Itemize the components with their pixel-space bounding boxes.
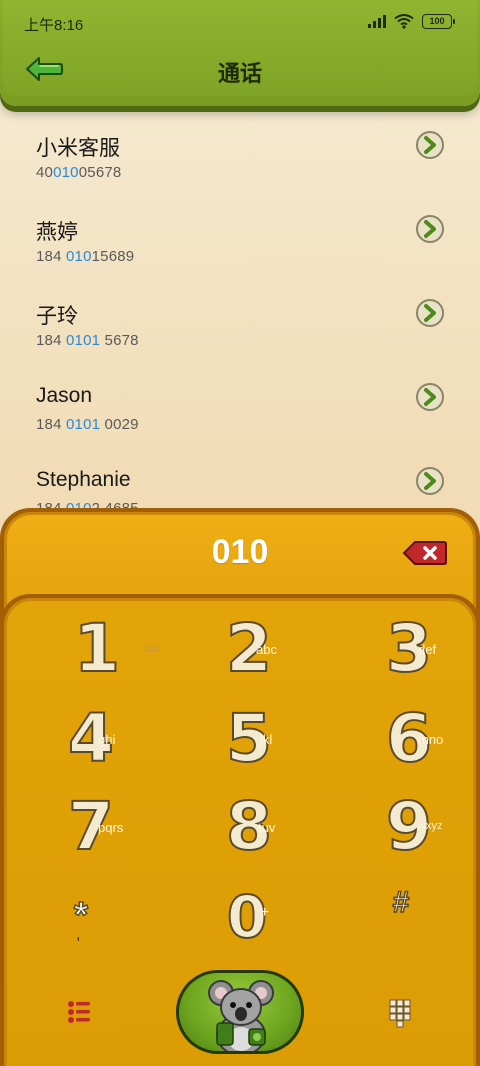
contact-name: Jason [36, 384, 93, 407]
key-letters: mno [418, 732, 444, 747]
key-letters: ghi [98, 732, 116, 747]
page-title: 通话 [217, 61, 262, 86]
status-bar: 上午8:16 100 [0, 0, 480, 44]
contact-detail-arrow-icon[interactable] [415, 466, 445, 496]
key-4[interactable]: 4 ghi [38, 702, 148, 782]
contact-number: 184 0101 5678 [36, 332, 139, 349]
backspace-button[interactable] [402, 539, 448, 567]
key-1[interactable]: 1 [44, 610, 160, 692]
contact-row[interactable]: 小米客服 4001005678 [0, 104, 480, 188]
voicemail-icon [144, 644, 160, 652]
contact-name: 燕婷 [36, 221, 78, 244]
key-5[interactable]: 5 jkl [196, 702, 306, 782]
signal-icon [368, 14, 386, 28]
koala-call-icon [208, 980, 274, 1051]
contact-row[interactable]: Jason 184 0101 0029 [0, 356, 480, 440]
contact-detail-arrow-icon[interactable] [415, 130, 445, 160]
contact-number: 184 01015689 [36, 248, 135, 265]
wifi-icon [394, 14, 414, 29]
contact-row[interactable]: 燕婷 184 01015689 [0, 188, 480, 272]
key-digit: * [73, 893, 89, 936]
status-icons: 100 [368, 13, 455, 29]
contact-detail-arrow-icon[interactable] [415, 214, 445, 244]
key-9[interactable]: 9 wxyz [356, 790, 466, 870]
contact-row[interactable]: 子玲 184 0101 5678 [0, 272, 480, 356]
contact-name: 小米客服 [36, 137, 120, 160]
key-3[interactable]: 3 def [356, 612, 466, 692]
list-menu-icon [68, 1001, 90, 1023]
menu-button[interactable] [60, 994, 100, 1034]
key-letters: tuv [258, 820, 276, 835]
contact-detail-arrow-icon[interactable] [415, 382, 445, 412]
key-letters: pqrs [98, 820, 124, 835]
contact-number: 184 0101 0029 [36, 416, 139, 433]
battery-icon: 100 [422, 13, 455, 29]
key-8[interactable]: 8 tuv [196, 790, 306, 870]
key-letters: + [260, 904, 270, 921]
call-button-face [179, 973, 301, 1051]
key-hash[interactable]: # [346, 882, 456, 962]
key-6[interactable]: 6 mno [356, 702, 466, 782]
keypad-toggle-button[interactable] [380, 994, 420, 1034]
keypad-grid-icon [389, 999, 411, 1028]
key-letters: def [418, 642, 437, 657]
key-star[interactable]: * , [26, 890, 136, 970]
key-7[interactable]: 7 pqrs [38, 790, 148, 870]
key-0[interactable]: 0 + [196, 880, 306, 960]
status-time: 上午8:16 [24, 17, 84, 34]
key-2[interactable]: 2 abc [196, 612, 306, 692]
key-letters: jkl [260, 732, 273, 747]
contact-name: 子玲 [36, 305, 78, 328]
key-letters: wxyz [418, 820, 443, 832]
backspace-icon [402, 541, 447, 565]
key-digit: # [392, 885, 410, 920]
call-button[interactable] [176, 970, 304, 1054]
contact-name: Stephanie [36, 468, 131, 491]
key-letters: abc [256, 642, 277, 657]
contact-number: 4001005678 [36, 164, 122, 181]
key-digit: 1 [73, 610, 121, 687]
key-letters: , [76, 926, 81, 943]
contact-detail-arrow-icon[interactable] [415, 298, 445, 328]
